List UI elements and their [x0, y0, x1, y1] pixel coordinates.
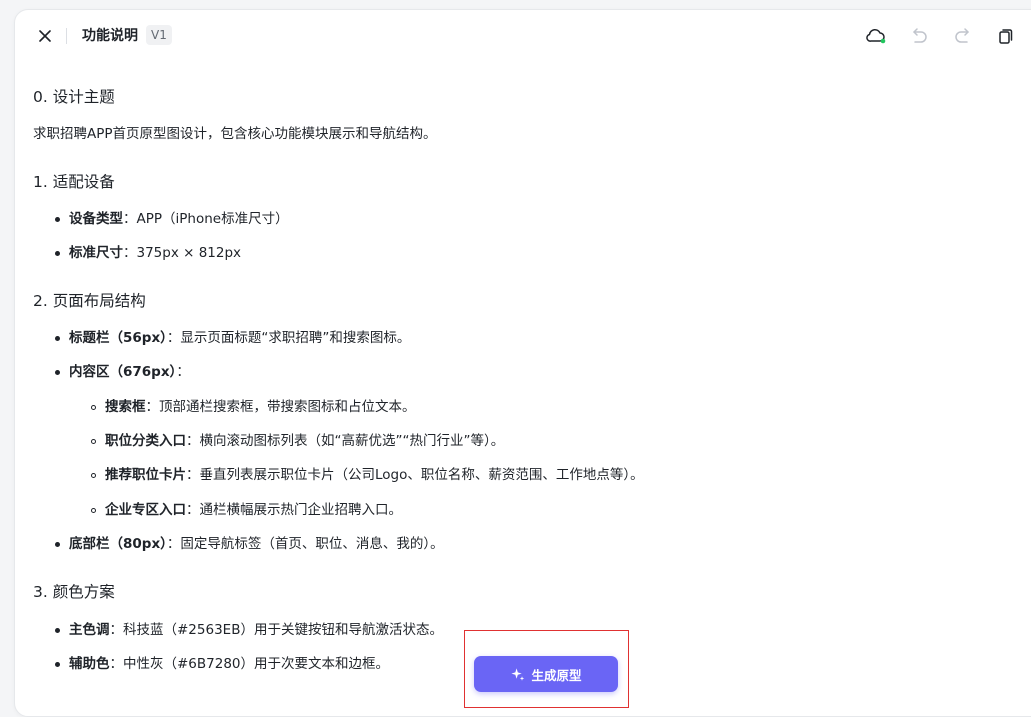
panel-header: 功能说明 V1	[15, 10, 1031, 62]
list-item: 设备类型：APP（iPhone标准尺寸）	[69, 211, 289, 227]
sub-list-item: 推荐职位卡片：垂直列表展示职位卡片（公司Logo、职位名称、薪资范围、工作地点等…	[105, 467, 644, 483]
list-item: 标准尺寸：375px × 812px	[69, 245, 242, 261]
undo-button[interactable]	[908, 25, 930, 47]
list-item: 底部栏（80px）：固定导航标签（首页、职位、消息、我的）。	[69, 536, 444, 552]
list-item: 标题栏（56px）：显示页面标题“求职招聘”和搜索图标。	[69, 330, 411, 346]
redo-icon	[955, 28, 969, 43]
page-title: 功能说明	[82, 28, 138, 44]
sparkle-icon	[511, 667, 525, 681]
sub-list-bullet	[91, 405, 96, 410]
sub-list-bullet	[91, 508, 96, 513]
list-bullet	[55, 662, 60, 667]
section-heading-devices: 1. 适配设备	[33, 173, 115, 191]
list-bullet	[55, 542, 60, 547]
list-bullet	[55, 628, 60, 633]
sub-list-bullet	[91, 439, 96, 444]
cloud-sync-icon	[866, 28, 886, 44]
cloud-sync-button[interactable]	[865, 25, 887, 47]
sub-list-bullet	[91, 473, 96, 478]
close-icon	[39, 30, 51, 42]
version-badge: V1	[146, 25, 172, 45]
list-bullet	[55, 251, 60, 256]
sub-list-item: 职位分类入口：横向滚动图标列表（如“高薪优选”“热门行业”等）。	[105, 433, 505, 449]
list-item: 内容区（676px）：	[69, 364, 190, 380]
theme-text: 求职招聘APP首页原型图设计，包含核心功能模块展示和导航结构。	[33, 126, 437, 142]
undo-icon	[913, 28, 927, 43]
copy-button[interactable]	[995, 25, 1017, 47]
generate-prototype-label: 生成原型	[531, 667, 582, 683]
sub-list-item: 搜索框：顶部通栏搜索框，带搜索图标和占位文本。	[105, 399, 416, 415]
generate-prototype-button[interactable]: 生成原型	[474, 656, 618, 692]
sub-list-item: 企业专区入口：通栏横幅展示热门企业招聘入口。	[105, 502, 402, 518]
document-panel: 功能说明 V1 0. 设计主题 求职招聘APP首页原型图设计，包含核心功能模块展…	[14, 9, 1031, 717]
list-bullet	[55, 336, 60, 341]
header-divider	[66, 28, 67, 44]
close-button[interactable]	[35, 26, 55, 46]
section-heading-colors: 3. 颜色方案	[33, 583, 115, 601]
list-bullet	[55, 217, 60, 222]
list-item: 辅助色：中性灰（#6B7280）用于次要文本和边框。	[69, 656, 390, 672]
redo-button[interactable]	[952, 25, 974, 47]
list-item: 主色调：科技蓝（#2563EB）用于关键按钮和导航激活状态。	[69, 622, 443, 638]
section-heading-layout: 2. 页面布局结构	[33, 292, 146, 310]
copy-icon	[999, 29, 1013, 44]
section-heading-theme: 0. 设计主题	[33, 88, 115, 106]
list-bullet	[55, 370, 60, 375]
